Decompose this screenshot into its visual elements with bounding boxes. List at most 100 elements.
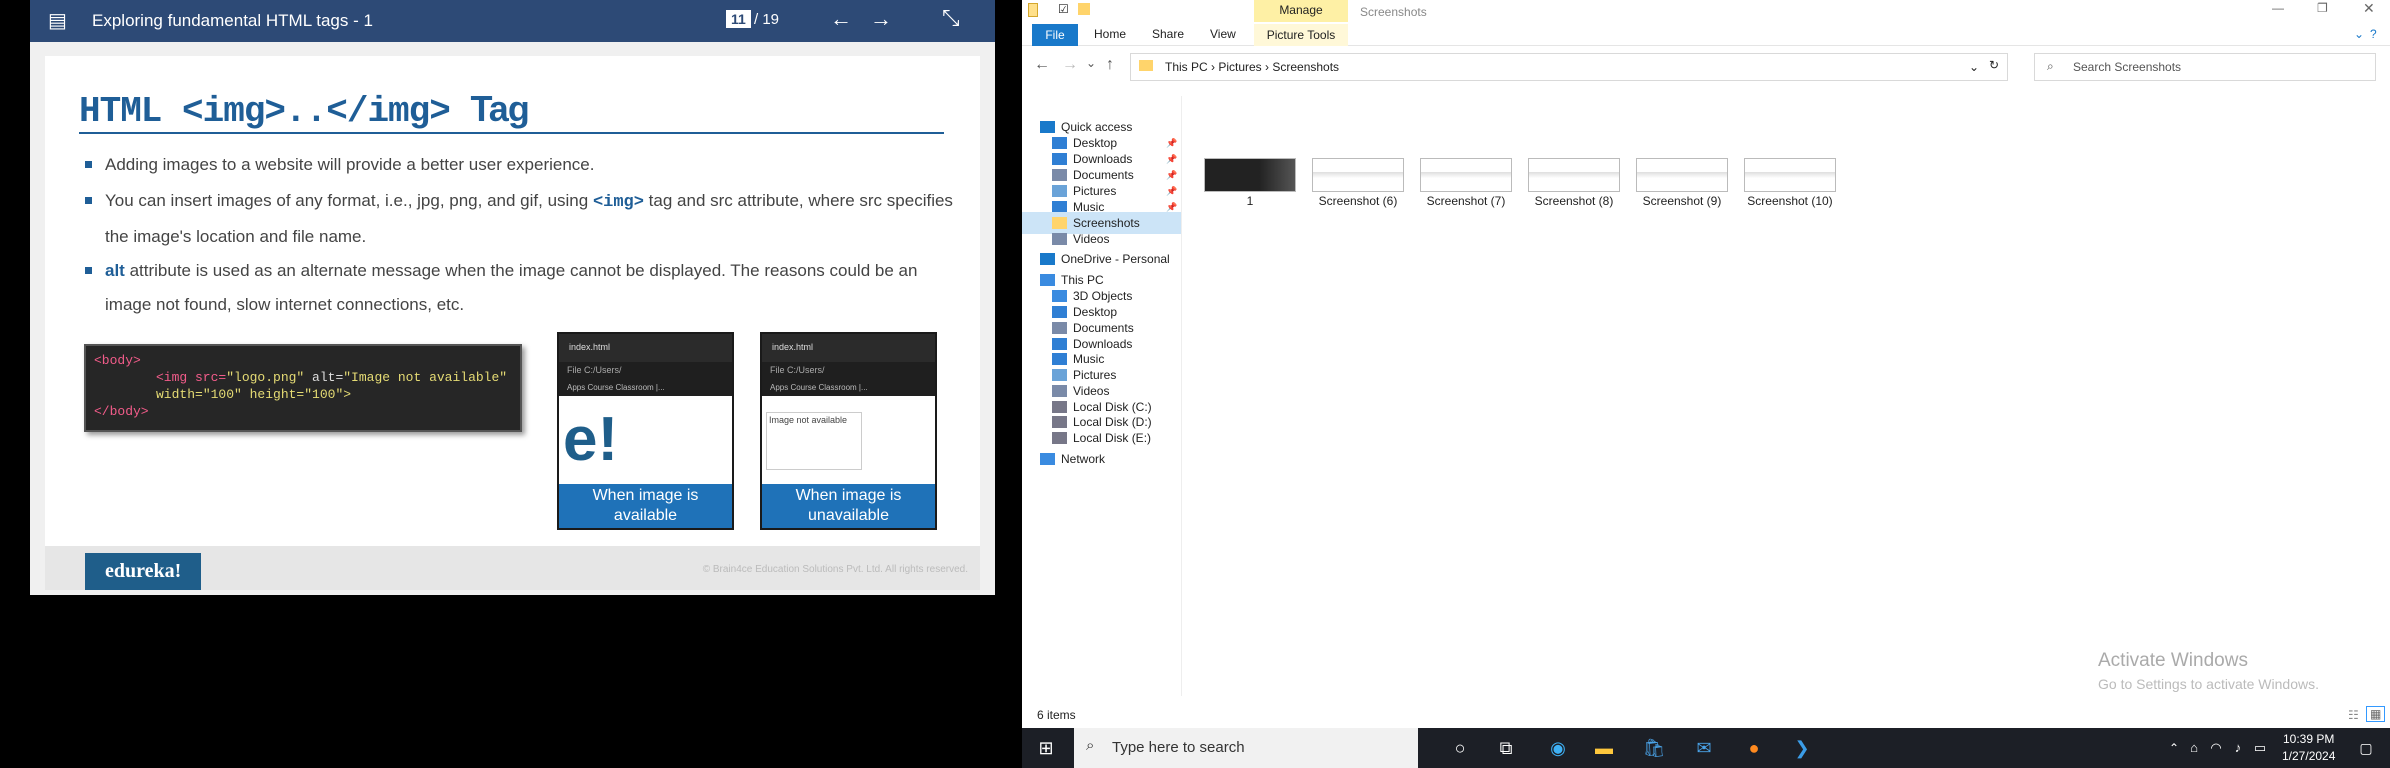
nav-item-icon (1040, 253, 1055, 265)
vscode-icon[interactable]: ❯ (1780, 728, 1824, 768)
maximize-icon[interactable]: ❐ (2317, 1, 2328, 15)
refresh-icon[interactable]: ↻ (1989, 58, 1999, 72)
tab-home[interactable]: Home (1094, 27, 1126, 41)
file-thumbnail[interactable] (1204, 158, 1296, 192)
file-name[interactable]: 1 (1190, 194, 1310, 208)
cortana-icon[interactable]: ○ (1438, 728, 1482, 768)
file-name[interactable]: Screenshot (6) (1298, 194, 1418, 208)
bullet-2-code: <img> (592, 193, 644, 212)
notifications-icon[interactable]: ▢ (2344, 728, 2388, 768)
minimize-icon[interactable]: — (2272, 1, 2284, 15)
browser-example-unavailable: index.html File C:/Users/ Apps Course Cl… (760, 332, 937, 530)
clock-date: 1/27/2024 (2282, 749, 2336, 763)
large-icons-view-icon[interactable]: ▦ (2366, 706, 2386, 722)
file-name[interactable]: Screenshot (7) (1406, 194, 1526, 208)
store-icon[interactable]: 🛍 (1632, 728, 1676, 768)
exit-fullscreen-icon[interactable]: ⤡ (942, 5, 960, 31)
properties-icon[interactable]: ☑ (1058, 2, 1069, 16)
slide-viewer: ▤ Exploring fundamental HTML tags - 1 11… (30, 0, 995, 595)
browser-tab: index.html (762, 334, 935, 362)
code-line-4: </body> (94, 404, 149, 419)
back-icon[interactable]: ← (1034, 56, 1050, 74)
language-icon[interactable]: ▭ (2238, 728, 2282, 768)
recent-chevron-icon[interactable]: ⌄ (1086, 56, 1096, 70)
folder-icon (1028, 3, 1038, 17)
nav-item[interactable]: OneDrive - Personal (1022, 248, 1181, 270)
file-thumbnail[interactable] (1744, 158, 1836, 192)
browser-address: File C:/Users/ (559, 362, 732, 382)
caption-unavailable: When image is unavailable (762, 484, 935, 528)
slide-title-code: HTML <img>..</img> (79, 91, 451, 132)
bullet-1: Adding images to a website will provide … (85, 148, 955, 182)
presentation-icon[interactable]: ▤ (48, 8, 67, 33)
file-name[interactable]: Screenshot (9) (1622, 194, 1742, 208)
address-chevron-icon[interactable]: ⌄ (1969, 60, 1979, 74)
browser-address: File C:/Users/ (762, 362, 935, 382)
nav-item-label: Videos (1073, 232, 1110, 246)
edge-icon[interactable]: ◉ (1536, 728, 1580, 768)
search-placeholder: Search Screenshots (2073, 60, 2182, 74)
copyright: © Brain4ce Education Solutions Pvt. Ltd.… (702, 564, 968, 575)
slide-title: HTML <img>..</img> Tag (79, 88, 530, 132)
nav-item[interactable]: Local Disk (E:) (1022, 427, 1181, 449)
previous-arrow-icon[interactable]: ← (830, 6, 852, 32)
activate-windows-text: Go to Settings to activate Windows. (2098, 676, 2319, 692)
slide-title-word: Tag (470, 88, 529, 129)
browser-bookmarks: Apps Course Classroom |... (762, 382, 935, 396)
bullet-3-text: attribute is used as an alternate messag… (105, 261, 918, 314)
nav-item[interactable]: Videos (1022, 228, 1181, 250)
file-name[interactable]: Screenshot (10) (1730, 194, 1850, 208)
file-name[interactable]: Screenshot (8) (1514, 194, 1634, 208)
viewer-title: Exploring fundamental HTML tags - 1 (92, 11, 373, 30)
nav-item-icon (1040, 453, 1055, 465)
taskbar-search[interactable]: ⌕ Type here to search (1074, 728, 1418, 768)
search-icon: ⌕ (2047, 59, 2054, 73)
code-line-2: <img src="logo.png" alt="Image not avail… (156, 370, 508, 385)
clock-time: 10:39 PM (2283, 732, 2335, 746)
page-number-input[interactable]: 11 (726, 10, 751, 28)
task-view-icon[interactable]: ⧉ (1484, 728, 1528, 768)
navigation-pane: Quick access Desktop 📌 Downloads 📌 Documents 📌… (1022, 96, 1182, 696)
activate-windows-title: Activate Windows (2098, 650, 2248, 671)
taskbar-search-placeholder: Type here to search (1112, 739, 1245, 756)
next-arrow-icon[interactable]: → (870, 6, 892, 32)
bullet-2-text-a: You can insert images of any format, i.e… (105, 191, 593, 210)
file-thumbnail[interactable] (1420, 158, 1512, 192)
manage-tab[interactable]: Manage (1254, 0, 1348, 22)
file-explorer-icon[interactable]: ▬ (1582, 728, 1626, 768)
tab-share[interactable]: Share (1152, 27, 1184, 41)
firefox-icon[interactable]: ● (1732, 728, 1776, 768)
mail-icon[interactable]: ✉ (1682, 728, 1726, 768)
search-box[interactable]: ⌕ Search Screenshots (2034, 53, 2376, 81)
chevron-down-icon[interactable]: ⌄ (2354, 27, 2364, 41)
nav-item[interactable]: Network (1022, 448, 1181, 470)
nav-item-label: Local Disk (E:) (1073, 431, 1152, 445)
tab-view[interactable]: View (1210, 27, 1236, 41)
title-bar: ☑ Manage Screenshots — ❐ ✕ (1022, 0, 2390, 24)
viewer-toolbar: ▤ Exploring fundamental HTML tags - 1 11… (30, 0, 995, 42)
clock[interactable]: 10:39 PM 1/27/2024 (2282, 731, 2335, 765)
bullet-3: alt attribute is used as an alternate me… (85, 254, 955, 322)
code-block: <body> <img src="logo.png" alt="Image no… (84, 344, 522, 432)
file-thumbnail[interactable] (1312, 158, 1404, 192)
file-tab[interactable]: File (1032, 24, 1078, 46)
ribbon: File Home Share View Picture Tools ⌄ ? (1022, 24, 2390, 46)
caption-available: When image is available (559, 484, 732, 528)
start-icon[interactable]: ⊞ (1024, 728, 1068, 768)
forward-icon[interactable]: → (1062, 56, 1078, 74)
taskbar: ⊞ ⌕ Type here to search ○ ⧉ ◉ ▬ 🛍 ✉ ● ❯ … (1022, 728, 2390, 768)
close-icon[interactable]: ✕ (2363, 0, 2375, 17)
file-thumbnail[interactable] (1636, 158, 1728, 192)
new-folder-icon[interactable] (1078, 3, 1090, 15)
details-view-icon[interactable]: ☷ (2348, 708, 2359, 722)
code-line-3: width="100" height="100"> (156, 387, 352, 402)
address-path: This PC › Pictures › Screenshots (1165, 60, 1340, 74)
up-icon[interactable]: ↑ (1106, 56, 1114, 74)
status-items: 6 items (1037, 708, 1076, 722)
help-icon[interactable]: ? (2370, 27, 2377, 41)
browser-bookmarks: Apps Course Classroom |... (559, 382, 732, 396)
tab-picture-tools[interactable]: Picture Tools (1254, 24, 1348, 46)
nav-item-label: Network (1061, 452, 1106, 466)
file-thumbnail[interactable] (1528, 158, 1620, 192)
address-bar[interactable]: This PC › Pictures › Screenshots ⌄ ↻ (1130, 53, 2008, 81)
